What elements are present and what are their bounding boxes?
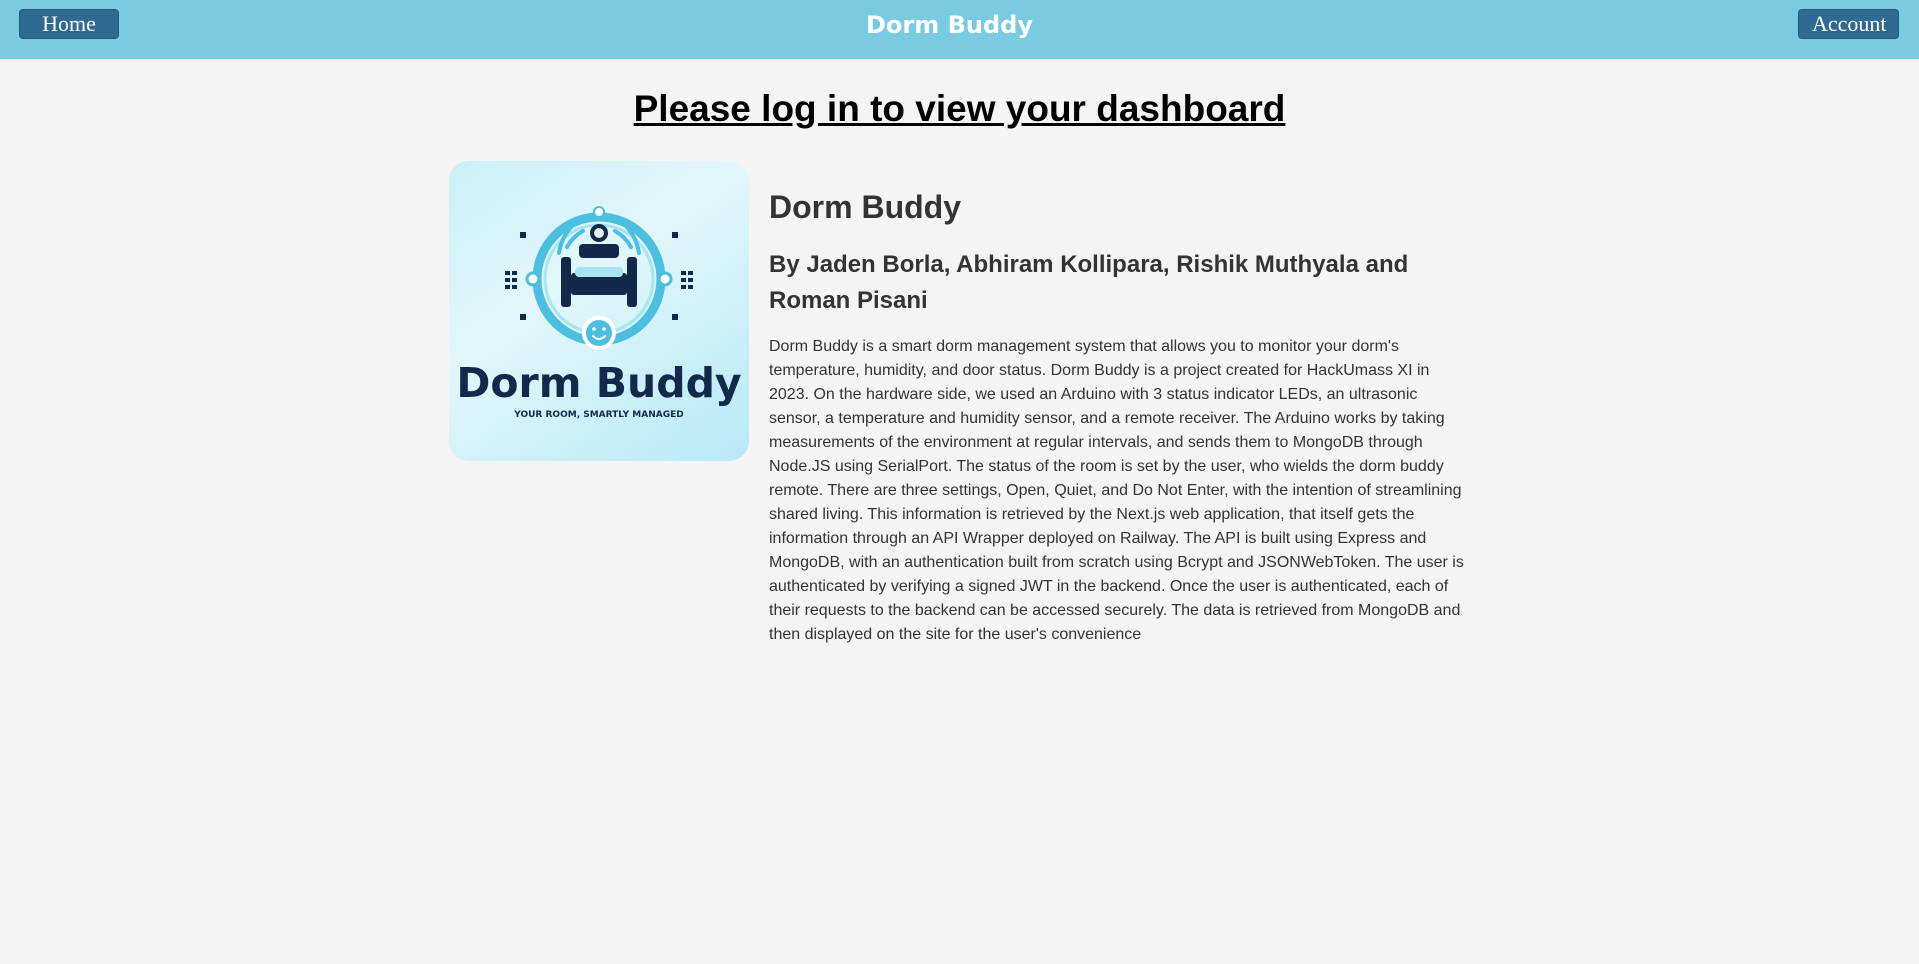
project-description: Dorm Buddy is a smart dorm management sy… <box>769 338 1464 643</box>
project-title: Dorm Buddy <box>769 189 961 225</box>
project-info: Dorm Buddy By Jaden Borla, Abhiram Kolli… <box>769 185 1471 647</box>
top-navigation-bar: Home Dorm Buddy Account <box>0 0 1919 59</box>
site-brand-title: Dorm Buddy <box>866 11 1033 39</box>
logo-wordmark: Dorm Buddy <box>456 359 741 407</box>
account-button[interactable]: Account <box>1798 9 1899 39</box>
logo-graphic: Dorm Buddy YOUR ROOM, SMARTLY MANAGED <box>456 206 742 420</box>
project-authors: By Jaden Borla, Abhiram Kollipara, Rishi… <box>769 251 1409 314</box>
logo-tagline: YOUR ROOM, SMARTLY MANAGED <box>513 410 683 420</box>
login-prompt-heading: Please log in to view your dashboard <box>633 88 1286 129</box>
dorm-buddy-logo: Dorm Buddy YOUR ROOM, SMARTLY MANAGED <box>449 161 749 461</box>
smiley-icon <box>582 316 616 350</box>
